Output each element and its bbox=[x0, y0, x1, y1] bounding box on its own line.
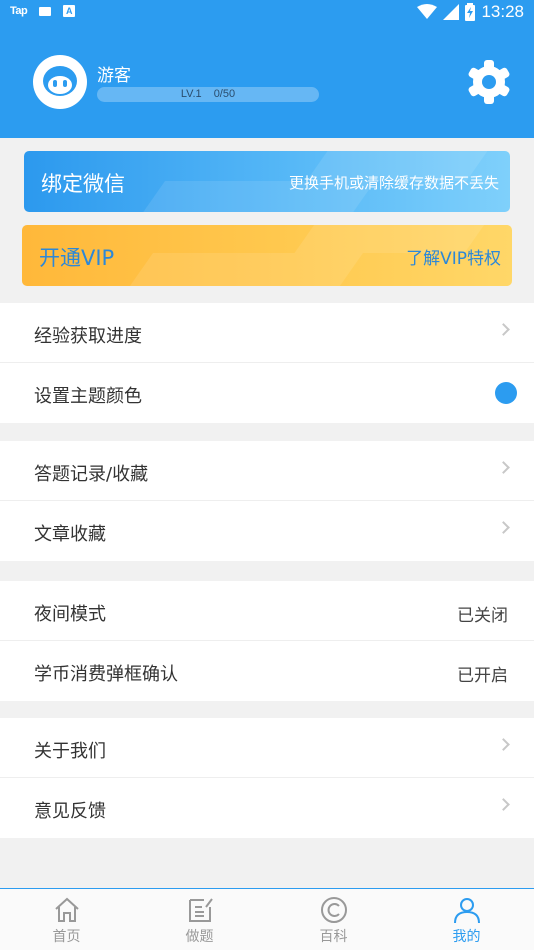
chevron-right-icon bbox=[497, 798, 510, 811]
tab-practice[interactable]: 做题 bbox=[133, 889, 266, 950]
chevron-right-icon bbox=[497, 521, 510, 534]
level-progress-bar: LV.1 0/50 bbox=[97, 87, 319, 102]
feedback-label: 意见反馈 bbox=[34, 801, 106, 822]
article-favorites-label: 文章收藏 bbox=[34, 524, 106, 545]
coin-confirm-status: 已开启 bbox=[457, 666, 508, 686]
theme-color-item[interactable]: 设置主题颜色 bbox=[0, 363, 534, 423]
tab-practice-label: 做题 bbox=[185, 929, 214, 945]
tab-mine[interactable]: 我的 bbox=[400, 889, 533, 950]
bottom-tab-bar: 首页 做题 百科 我的 bbox=[0, 888, 534, 950]
tab-home[interactable]: 首页 bbox=[0, 889, 133, 950]
home-icon bbox=[54, 897, 79, 922]
chevron-right-icon bbox=[497, 323, 510, 336]
tab-home-label: 首页 bbox=[52, 929, 81, 945]
menu-group-1: 经验获取进度 设置主题颜色 bbox=[0, 303, 534, 423]
about-us-item[interactable]: 关于我们 bbox=[0, 718, 534, 778]
theme-color-label: 设置主题颜色 bbox=[34, 386, 142, 407]
user-icon bbox=[453, 898, 480, 924]
exp-progress-item[interactable]: 经验获取进度 bbox=[0, 303, 534, 363]
article-favorites-item[interactable]: 文章收藏 bbox=[0, 501, 534, 561]
answer-records-label: 答题记录/收藏 bbox=[34, 464, 149, 485]
menu-group-3: 夜间模式 已关闭 学币消费弹框确认 已开启 bbox=[0, 581, 534, 701]
tab-encyclopedia-label: 百科 bbox=[319, 929, 348, 945]
copyright-icon bbox=[320, 897, 347, 923]
settings-button[interactable] bbox=[465, 58, 513, 106]
signal-icon bbox=[443, 4, 460, 20]
exp-progress-text: 0/50 bbox=[213, 88, 236, 100]
night-mode-item[interactable]: 夜间模式 已关闭 bbox=[0, 581, 534, 641]
coin-confirm-item[interactable]: 学币消费弹框确认 已开启 bbox=[0, 641, 534, 701]
vip-benefits-link[interactable]: 了解VIP特权 bbox=[406, 244, 501, 269]
avatar[interactable] bbox=[33, 55, 87, 109]
a-app-icon: A bbox=[63, 5, 76, 17]
gear-icon bbox=[468, 60, 510, 104]
edit-icon bbox=[188, 898, 213, 922]
vip-card[interactable]: 开通VIP 了解VIP特权 bbox=[22, 225, 512, 286]
menu-group-2: 答题记录/收藏 文章收藏 bbox=[0, 441, 534, 561]
menu-group-4: 关于我们 意见反馈 bbox=[0, 718, 534, 838]
wifi-icon bbox=[417, 4, 438, 19]
exp-progress-label: 经验获取进度 bbox=[34, 326, 142, 347]
vip-title: 开通VIP bbox=[39, 246, 115, 270]
night-mode-status: 已关闭 bbox=[457, 606, 508, 626]
bind-wechat-card[interactable]: 绑定微信 更换手机或清除缓存数据不丢失 bbox=[24, 151, 510, 212]
profile-header: Tap A 13:28 游客 LV.1 0/50 bbox=[0, 0, 534, 138]
tap-app-icon: Tap bbox=[10, 5, 28, 17]
chevron-right-icon bbox=[497, 738, 510, 751]
answer-records-item[interactable]: 答题记录/收藏 bbox=[0, 441, 534, 501]
bind-wechat-subtitle: 更换手机或清除缓存数据不丢失 bbox=[288, 174, 499, 192]
theme-color-swatch[interactable] bbox=[495, 382, 517, 404]
robot-avatar-icon bbox=[43, 66, 77, 96]
coin-confirm-label: 学币消费弹框确认 bbox=[34, 664, 178, 685]
username: 游客 bbox=[97, 66, 131, 86]
mail-icon bbox=[39, 6, 52, 16]
feedback-item[interactable]: 意见反馈 bbox=[0, 778, 534, 838]
tab-mine-label: 我的 bbox=[452, 929, 481, 945]
chevron-right-icon bbox=[497, 461, 510, 474]
level-text: LV.1 bbox=[180, 88, 202, 100]
battery-charging-icon bbox=[465, 3, 476, 21]
tab-encyclopedia[interactable]: 百科 bbox=[267, 889, 400, 950]
bind-wechat-title: 绑定微信 bbox=[41, 172, 125, 196]
about-us-label: 关于我们 bbox=[34, 741, 106, 762]
status-bar: Tap A 13:28 bbox=[0, 0, 534, 28]
night-mode-label: 夜间模式 bbox=[34, 604, 106, 625]
status-time: 13:28 bbox=[481, 2, 524, 21]
